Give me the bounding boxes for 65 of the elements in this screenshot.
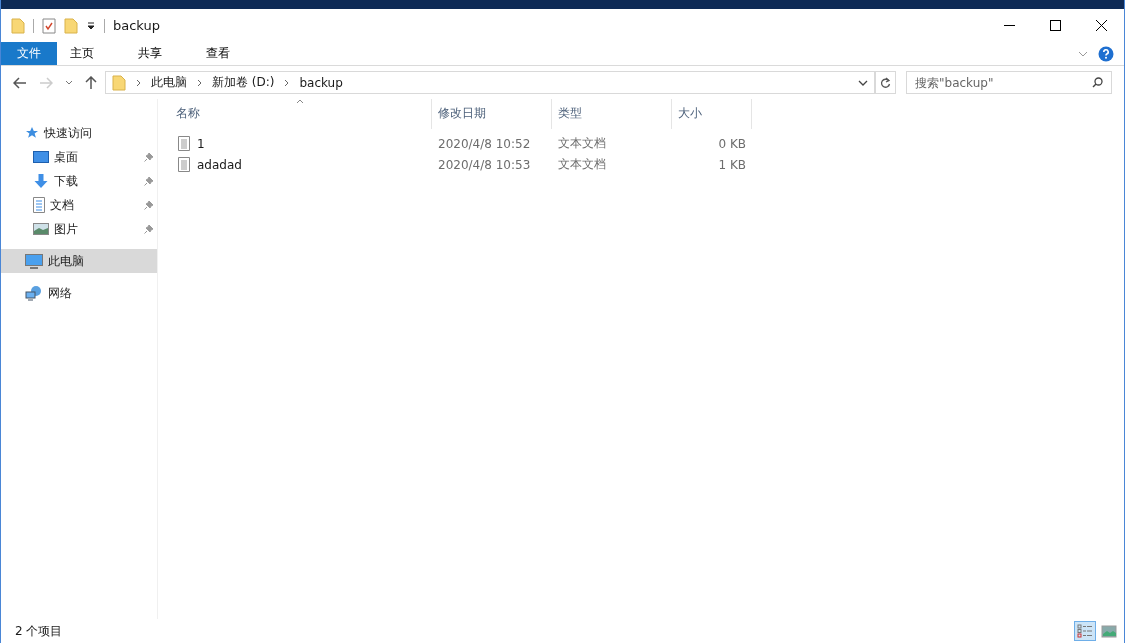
nav-item[interactable]: 网络 bbox=[1, 281, 157, 305]
chevron-right-icon[interactable] bbox=[284, 78, 290, 87]
nav-item[interactable]: 此电脑 bbox=[1, 249, 157, 273]
up-arrow-icon[interactable] bbox=[85, 75, 97, 90]
nav-item[interactable]: 快速访问 bbox=[1, 121, 157, 145]
details-view-icon bbox=[1077, 624, 1093, 638]
star-icon bbox=[25, 126, 39, 140]
text-file-icon bbox=[178, 157, 190, 172]
folder-icon bbox=[112, 74, 126, 91]
nav-item[interactable]: 文档 bbox=[1, 193, 157, 217]
item-count: 2 个项目 bbox=[15, 622, 63, 640]
ribbon-tab[interactable]: 查看 bbox=[193, 42, 243, 65]
refresh-icon bbox=[880, 76, 891, 89]
refresh-button[interactable] bbox=[875, 71, 896, 94]
desktop-icon bbox=[33, 150, 49, 164]
breadcrumb[interactable]: 新加卷 (D:) bbox=[212, 74, 275, 91]
column-header[interactable]: 修改日期 bbox=[432, 99, 552, 129]
details-view-button[interactable] bbox=[1074, 621, 1096, 641]
help-icon[interactable] bbox=[1098, 45, 1114, 62]
maximize-icon bbox=[1049, 20, 1061, 31]
ribbon-tab[interactable]: 文件 bbox=[1, 42, 57, 65]
type-cell: 文本文档 bbox=[558, 157, 606, 171]
pin-icon[interactable] bbox=[144, 152, 154, 162]
close-icon bbox=[1095, 20, 1107, 31]
nav-item[interactable]: 桌面 bbox=[1, 145, 157, 169]
column-header[interactable]: 类型 bbox=[552, 99, 672, 129]
landscape-picture-icon bbox=[1101, 624, 1117, 638]
nav-item[interactable]: 下载 bbox=[1, 169, 157, 193]
chevron-right-icon[interactable] bbox=[136, 78, 141, 87]
ribbon-tab[interactable]: 共享 bbox=[125, 42, 175, 65]
type-cell: 文本文档 bbox=[558, 136, 606, 150]
file-name: 1 bbox=[197, 136, 205, 151]
document-icon bbox=[33, 197, 45, 213]
pin-icon[interactable] bbox=[144, 200, 154, 210]
date-cell: 2020/4/8 10:52 bbox=[438, 136, 531, 151]
pin-icon[interactable] bbox=[144, 224, 154, 234]
file-row[interactable]: 1 2020/4/8 10:52 文本文档 0 KB bbox=[170, 133, 1124, 154]
search-icon bbox=[1092, 77, 1103, 88]
date-cell: 2020/4/8 10:53 bbox=[438, 157, 531, 172]
computer-icon bbox=[25, 253, 43, 269]
search-field[interactable]: 搜索"backup" bbox=[906, 71, 1112, 94]
nav-item[interactable]: 图片 bbox=[1, 217, 157, 241]
network-icon bbox=[25, 285, 43, 301]
column-header[interactable]: 大小 bbox=[672, 99, 752, 129]
picture-icon bbox=[33, 223, 49, 235]
chevron-down-icon[interactable] bbox=[858, 79, 868, 86]
sort-ascending-icon bbox=[296, 99, 304, 104]
chevron-right-icon[interactable] bbox=[197, 78, 202, 87]
column-header[interactable]: 名称 bbox=[170, 99, 432, 129]
window-title: backup bbox=[113, 18, 160, 33]
size-cell: 1 KB bbox=[718, 157, 746, 172]
file-name: adadad bbox=[197, 157, 242, 172]
back-arrow-icon[interactable] bbox=[13, 76, 27, 89]
pin-icon[interactable] bbox=[144, 176, 154, 186]
down-arrow-icon bbox=[33, 173, 49, 189]
dropdown-icon[interactable] bbox=[86, 20, 96, 31]
ribbon-tab[interactable]: 主页 bbox=[57, 42, 107, 65]
properties-icon[interactable] bbox=[42, 17, 56, 34]
file-row[interactable]: adadad 2020/4/8 10:53 文本文档 1 KB bbox=[170, 154, 1124, 175]
breadcrumb[interactable]: 此电脑 bbox=[151, 74, 187, 91]
text-file-icon bbox=[178, 136, 190, 151]
chevron-down-icon[interactable] bbox=[65, 80, 73, 85]
address-bar[interactable]: 此电脑 新加卷 (D:) backup bbox=[105, 71, 875, 94]
breadcrumb[interactable]: backup bbox=[299, 75, 343, 90]
size-cell: 0 KB bbox=[718, 136, 746, 151]
